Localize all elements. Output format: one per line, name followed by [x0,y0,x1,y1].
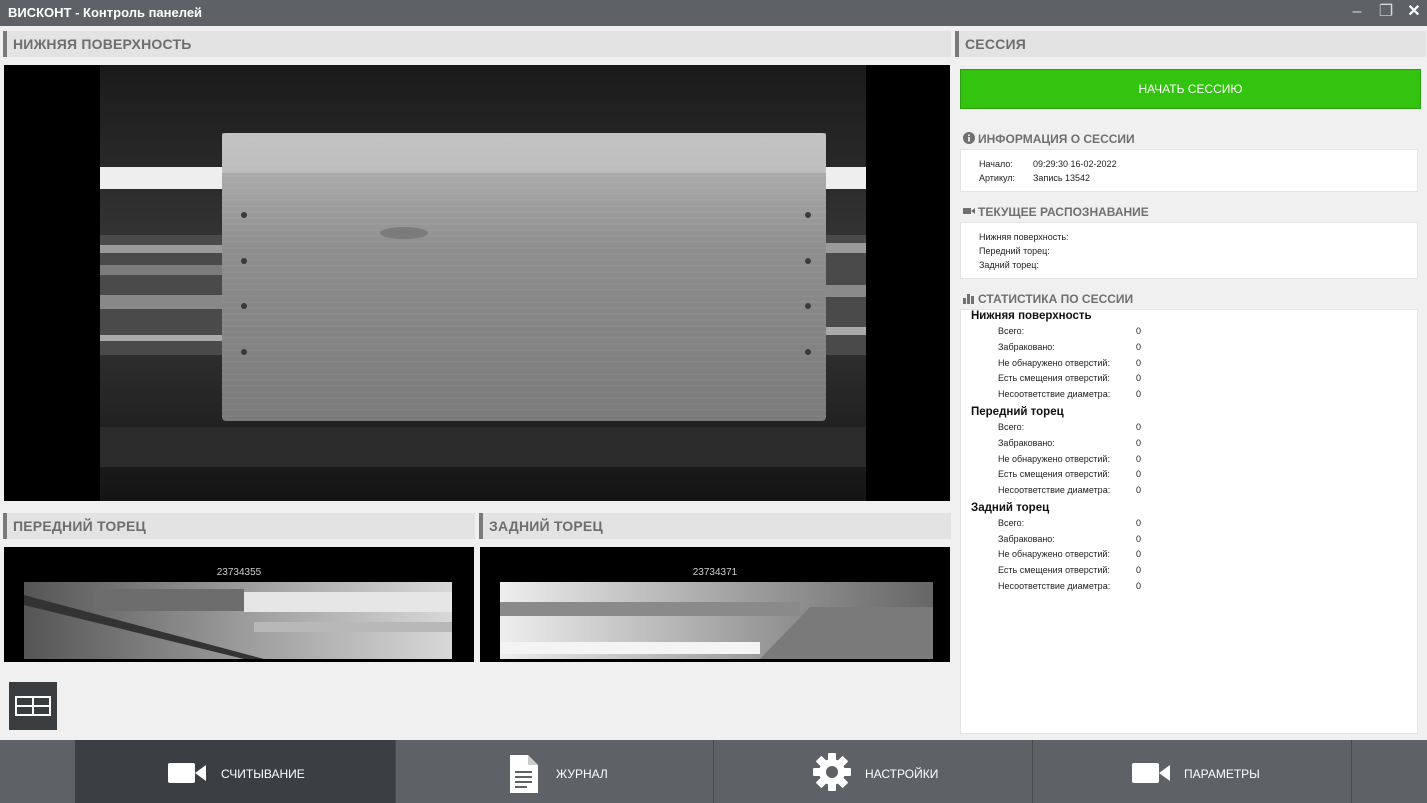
back-end-header: ЗАДНИЙ ТОРЕЦ [479,513,951,539]
stat-label: Всего: [998,518,1025,528]
gear-icon [813,753,851,791]
front-end-header: ПЕРЕДНИЙ ТОРЕЦ [3,513,475,539]
stat-value: 0 [1136,534,1142,544]
front-end-image [24,582,452,659]
recognition-back-end: Задний торец: [979,260,1039,270]
info-value-start: 09:29:30 16-02-2022 [1033,159,1117,169]
grid-layout-icon [15,696,51,716]
stat-value: 0 [1136,389,1142,399]
nav-divider [1351,740,1352,803]
stat-label: Несоответствие диаметра: [998,389,1111,399]
stats-header: СТАТИСТИКА ПО СЕССИИ [963,292,1133,306]
nav-settings-label: НАСТРОЙКИ [865,767,939,781]
stat-value: 0 [1136,438,1142,448]
stats-group-bottom-surface: Нижняя поверхность [971,310,1092,322]
video-camera-icon [963,208,975,214]
stat-label: Несоответствие диаметра: [998,581,1111,591]
stat-label: Не обнаружено отверстий: [998,549,1110,559]
restore-button[interactable]: ❐ [1376,3,1396,21]
stat-value: 0 [1136,342,1142,352]
session-header: СЕССИЯ [955,31,1426,57]
stat-label: Не обнаружено отверстий: [998,358,1110,368]
stats-title: СТАТИСТИКА ПО СЕССИИ [978,292,1134,306]
minimize-button[interactable]: – [1347,3,1367,21]
stat-label: Есть смещения отверстий: [998,469,1110,479]
stat-value: 0 [1136,326,1142,336]
bottom-surface-header: НИЖНЯЯ ПОВЕРХНОСТЬ [3,31,951,57]
front-end-title: ПЕРЕДНИЙ ТОРЕЦ [13,518,146,534]
stat-value: 0 [1136,581,1142,591]
recognition-front-end: Передний торец: [979,246,1050,256]
nav-reading[interactable]: СЧИТЫВАНИЕ [75,740,395,803]
nav-journal-label: ЖУРНАЛ [556,767,608,781]
stat-value: 0 [1136,469,1142,479]
stat-value: 0 [1136,422,1142,432]
stat-value: 0 [1136,358,1142,368]
session-info-title: ИНФОРМАЦИЯ О СЕССИИ [978,132,1135,146]
back-end-title: ЗАДНИЙ ТОРЕЦ [489,518,603,534]
stat-label: Всего: [998,422,1025,432]
stat-value: 0 [1136,454,1142,464]
stat-value: 0 [1136,485,1142,495]
start-session-button[interactable]: НАЧАТЬ СЕССИЮ [960,69,1421,109]
bottom-surface-image [4,65,950,501]
bottom-surface-title: НИЖНЯЯ ПОВЕРХНОСТЬ [13,36,192,52]
info-label-article: Артикул: [979,173,1016,183]
close-button[interactable]: ✕ [1404,3,1424,21]
bottom-navigation: СЧИТЫВАНИЕ ЖУРНАЛ НАСТРОЙКИ ПАРАМЕТРЫ [0,740,1427,803]
stat-label: Всего: [998,326,1025,336]
stat-value: 0 [1136,373,1142,383]
stats-group-front-end: Передний торец [971,406,1064,418]
front-end-camera-view: 23734355 [4,547,474,662]
info-label-start: Начало: [979,159,1013,169]
recognition-title: ТЕКУЩЕЕ РАСПОЗНАВАНИЕ [978,205,1149,219]
stats-group-back-end: Задний торец [971,502,1050,514]
stat-label: Забраковано: [998,438,1055,448]
back-end-camera-view: 23734371 [480,547,950,662]
session-info-header: ИНФОРМАЦИЯ О СЕССИИ [963,132,1135,146]
stat-label: Несоответствие диаметра: [998,485,1111,495]
title-bar: ВИСКОНТ - Контроль панелей – ❐ ✕ [0,0,1427,26]
back-end-image [500,582,933,659]
stat-value: 0 [1136,565,1142,575]
stat-label: Забраковано: [998,342,1055,352]
session-info-box [960,149,1418,192]
session-title: СЕССИЯ [965,36,1026,52]
layout-toggle-button[interactable] [9,682,57,730]
stat-label: Не обнаружено отверстий: [998,454,1110,464]
nav-parameters[interactable]: ПАРАМЕТРЫ [1033,740,1351,803]
nav-settings[interactable]: НАСТРОЙКИ [714,740,1032,803]
recognition-bottom-surface: Нижняя поверхность: [979,232,1069,242]
recognition-header: ТЕКУЩЕЕ РАСПОЗНАВАНИЕ [963,205,1149,219]
stat-value: 0 [1136,549,1142,559]
bottom-surface-camera-view [4,65,950,501]
nav-parameters-label: ПАРАМЕТРЫ [1184,767,1260,781]
info-value-article: Запись 13542 [1033,173,1091,183]
video-camera-icon [1132,763,1170,783]
info-icon [963,132,975,144]
video-camera-icon [168,763,206,783]
window-title: ВИСКОНТ - Контроль панелей [8,5,203,20]
stat-value: 0 [1136,518,1142,528]
bar-chart-icon [963,294,974,304]
nav-reading-label: СЧИТЫВАНИЕ [221,767,305,781]
stat-label: Есть смещения отверстий: [998,373,1110,383]
stat-label: Есть смещения отверстий: [998,565,1110,575]
stat-label: Забраковано: [998,534,1055,544]
nav-journal[interactable]: ЖУРНАЛ [396,740,713,803]
document-icon [510,755,538,793]
